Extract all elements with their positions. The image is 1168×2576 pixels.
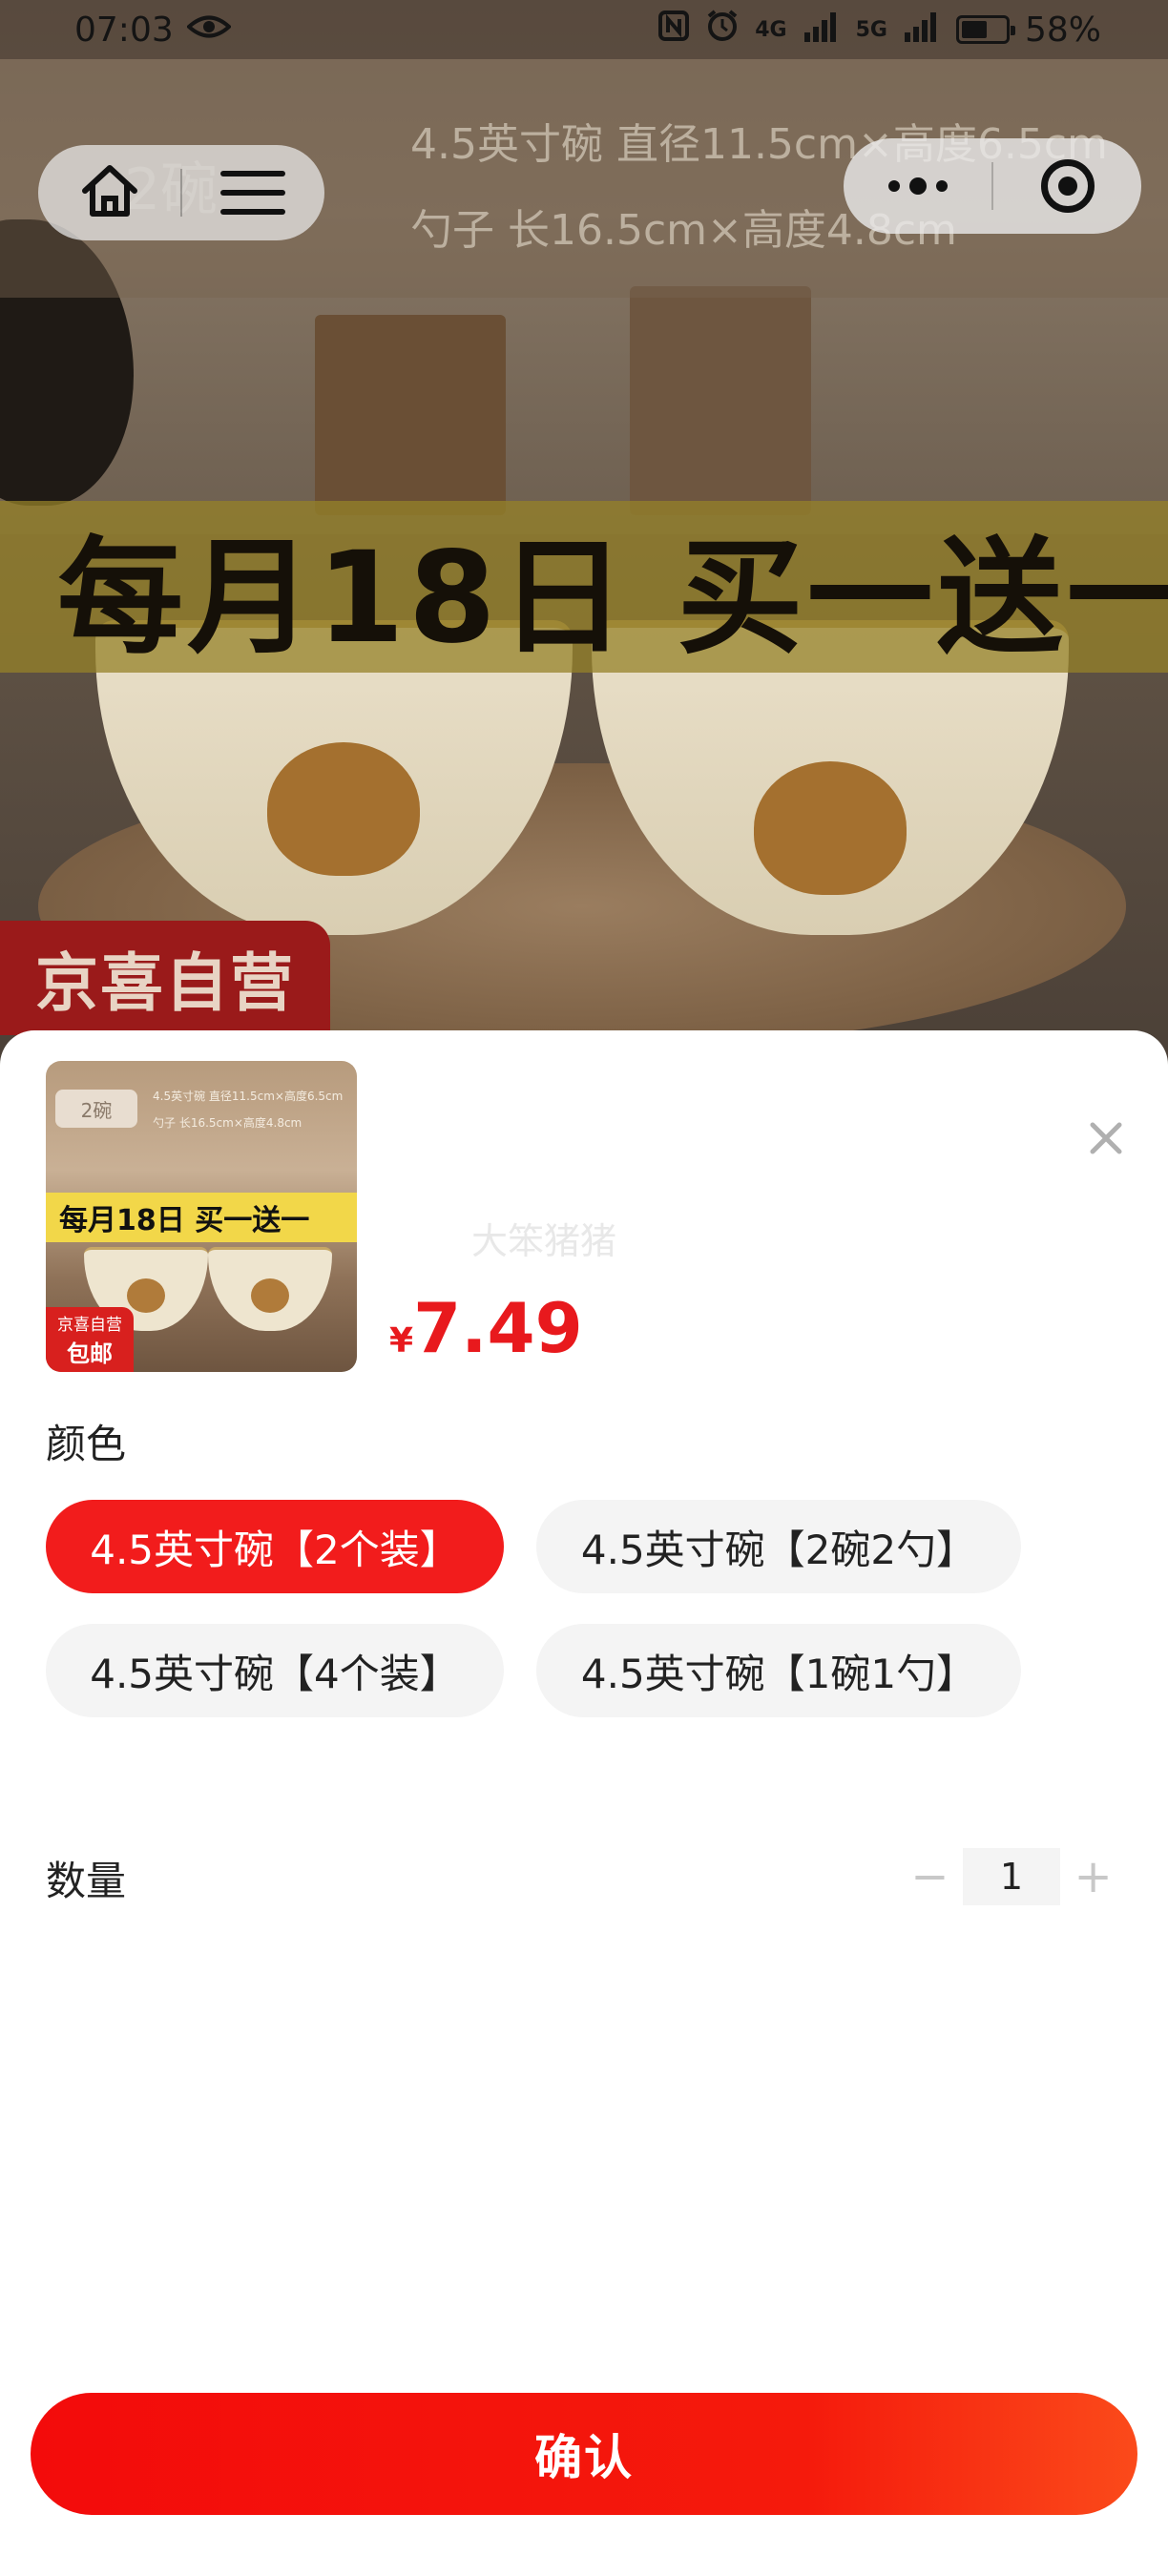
option-2-bowls-2-spoons[interactable]: 4.5英寸碗【2碗2勺】 <box>536 1500 1021 1593</box>
photo-shelf <box>630 286 811 515</box>
home-button[interactable] <box>38 145 180 240</box>
status-time: 07:03 <box>74 10 174 50</box>
store-tag: 京喜自营 <box>0 921 330 1035</box>
thumbnail-spec-line: 4.5英寸碗 直径11.5cm×高度6.5cm <box>153 1090 344 1103</box>
target-icon <box>1040 159 1095 213</box>
capybara-illustration <box>267 742 420 876</box>
thumbnail-spec-line: 勺子 长16.5cm×高度4.8cm <box>153 1116 302 1130</box>
thumbnail-bowl <box>208 1247 332 1331</box>
nfc-icon <box>657 10 690 51</box>
nav-capsule-left <box>38 145 324 240</box>
close-icon <box>1087 1119 1125 1161</box>
option-1-bowl-1-spoon[interactable]: 4.5英寸碗【1碗1勺】 <box>536 1624 1021 1717</box>
quantity-stepper: − 1 + <box>897 1843 1126 1910</box>
option-2-pack[interactable]: 4.5英寸碗【2个装】 <box>46 1500 504 1593</box>
more-dots-icon <box>887 177 948 195</box>
thumbnail-tag: 2碗 <box>55 1090 137 1128</box>
home-icon <box>79 162 140 223</box>
menu-icon <box>220 171 286 215</box>
quantity-value[interactable]: 1 <box>962 1848 1061 1905</box>
nav-capsule-right <box>844 138 1141 234</box>
signal-label: 4G <box>755 17 787 42</box>
decrement-button[interactable]: − <box>897 1843 963 1910</box>
close-miniprogram-button[interactable] <box>993 138 1141 234</box>
signal-icon <box>903 10 941 51</box>
thumbnail-store-badge: 京喜自营 包邮 <box>46 1307 134 1372</box>
watermark: 大笨猪猪 <box>471 1220 617 1262</box>
capybara-illustration <box>754 761 907 895</box>
confirm-button[interactable]: 确认 <box>31 2393 1137 2515</box>
screen: 每月18日 买一送一 2碗 4.5英寸碗 直径11.5cm×高度6.5cm 勺子… <box>0 0 1168 2576</box>
status-bar: 07:03 4G 5G 58% <box>0 0 1168 59</box>
increment-button[interactable]: + <box>1060 1843 1126 1910</box>
quantity-label: 数量 <box>46 1858 127 1904</box>
more-button[interactable] <box>844 138 991 234</box>
signal-icon <box>803 10 841 51</box>
product-thumbnail: 2碗 4.5英寸碗 直径11.5cm×高度6.5cm 勺子 长16.5cm×高度… <box>46 1061 357 1372</box>
price: ¥7.49 <box>389 1288 583 1368</box>
close-sheet-button[interactable] <box>1082 1116 1130 1164</box>
price-currency: ¥ <box>389 1321 414 1361</box>
badge-shipping-text: 包邮 <box>67 1340 113 1367</box>
price-amount: 7.49 <box>413 1288 583 1368</box>
option-4-pack[interactable]: 4.5英寸碗【4个装】 <box>46 1624 504 1717</box>
menu-button[interactable] <box>182 145 324 240</box>
promo-banner-text: 每月18日 买一送一 <box>57 524 1168 672</box>
badge-store-text: 京喜自营 <box>57 1316 122 1335</box>
battery-icon <box>955 15 1015 44</box>
color-section-label: 颜色 <box>46 1421 127 1467</box>
eye-icon <box>185 10 232 50</box>
signal-label: 5G <box>855 17 887 42</box>
thumbnail-banner-text: 每月18日 买一送一 <box>59 1204 310 1237</box>
alarm-icon <box>705 9 740 52</box>
sku-selector-sheet: 2碗 4.5英寸碗 直径11.5cm×高度6.5cm 勺子 长16.5cm×高度… <box>0 1030 1168 2576</box>
battery-percent: 58% <box>1024 10 1101 50</box>
photo-shelf <box>315 315 506 515</box>
